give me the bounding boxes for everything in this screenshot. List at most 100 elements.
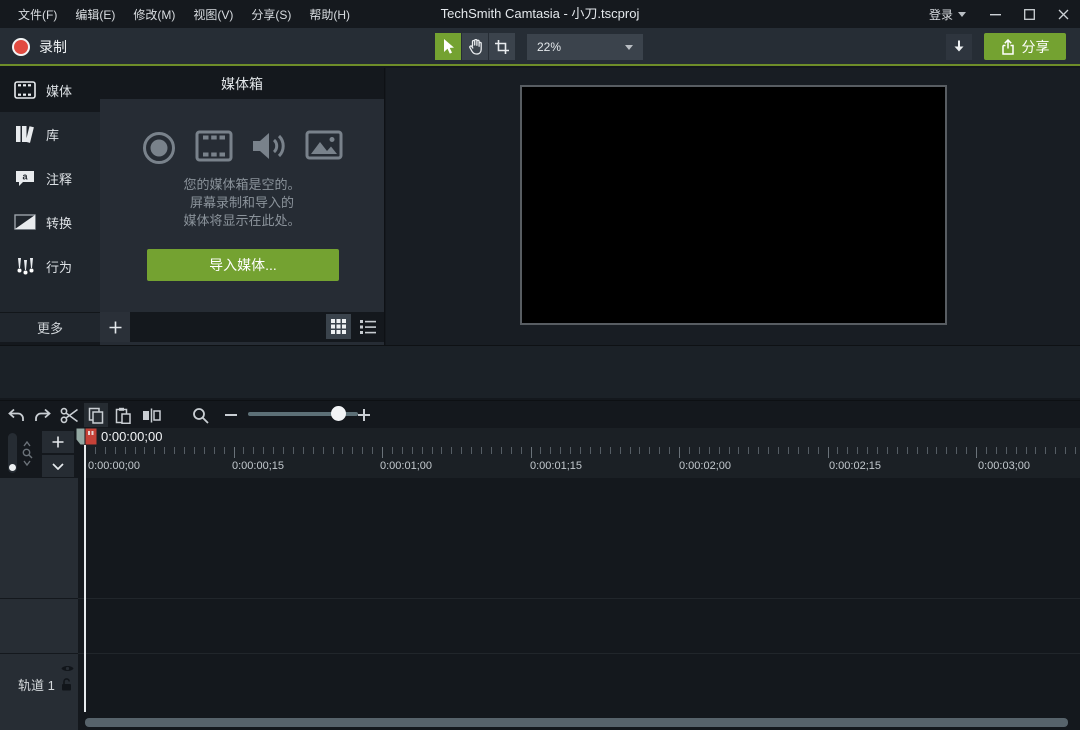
preview-stage[interactable] [520,85,947,325]
ruler-tick [184,447,185,454]
close-icon [1058,9,1069,20]
track-options-button[interactable] [42,455,74,477]
paste-icon [115,407,131,424]
camtasia-window: 文件(F) 编辑(E) 修改(M) 视图(V) 分享(S) 帮助(H) Tech… [0,0,1080,730]
media-bin-footer [100,312,384,342]
menu-file[interactable]: 文件(F) [10,2,65,27]
ruler-label: 0:00:02;15 [829,460,881,472]
menu-share[interactable]: 分享(S) [243,2,299,27]
ruler-tick [263,447,264,454]
track-1-header[interactable]: 轨道 1 [0,653,78,712]
media-bin-header: 媒体箱 [100,68,384,99]
sidebar-item-behaviors[interactable]: 行为 [0,244,100,288]
ruler-tick [1045,447,1046,454]
redo-button[interactable] [31,403,55,427]
playhead-line[interactable] [84,445,86,712]
canvas-zoom-value: 22% [537,40,561,54]
sidebar-item-library[interactable]: 库 [0,112,100,156]
undo-button[interactable] [4,403,28,427]
track-area[interactable]: 轨道 1 [0,478,1080,712]
login-menu[interactable]: 登录 [917,6,978,23]
track-zoom-control[interactable] [20,433,34,473]
paste-button[interactable] [111,403,135,427]
annotation-bubble-icon: a [13,167,37,189]
empty-text-line3: 媒体将显示在此处。 [100,212,384,230]
cut-button[interactable] [57,403,81,427]
horizontal-scrollbar[interactable] [85,718,1068,727]
sidebar-item-annotations[interactable]: a 注释 [0,156,100,200]
ruler-tick [273,447,274,454]
ruler-tick [709,447,710,454]
grid-view-button[interactable] [326,314,351,339]
ruler-tick [630,447,631,454]
track-height-slider[interactable] [8,433,17,473]
menubar: 文件(F) 编辑(E) 修改(M) 视图(V) 分享(S) 帮助(H) Tech… [0,0,1080,28]
plus-icon [358,409,370,421]
ruler-tick [1016,447,1017,454]
import-media-button[interactable]: 导入媒体... [147,249,339,281]
track-height-slider-thumb[interactable] [9,464,16,471]
track-gutter: 轨道 1 [0,478,78,712]
timeline-zoom-slider-thumb[interactable] [331,406,346,421]
ruler-tick [303,447,304,454]
track-1-controls [61,664,74,691]
timeline-zoom-button[interactable] [188,403,212,427]
list-view-button[interactable] [355,314,380,339]
sidebar-label-transitions-text: 注释 [46,169,72,188]
ruler-tick [471,447,472,454]
ruler-tick [659,447,660,454]
menu-help[interactable]: 帮助(H) [301,2,358,27]
pan-tool-button[interactable] [462,33,488,60]
canvas-zoom-select[interactable]: 22% [527,34,643,60]
menu-edit[interactable]: 编辑(E) [67,2,123,27]
share-button[interactable]: 分享 [984,33,1066,60]
sidebar-item-transitions[interactable]: 转换 [0,200,100,244]
select-tool-button[interactable] [435,33,461,60]
eye-icon[interactable] [61,664,74,673]
menu-view[interactable]: 视图(V) [185,2,241,27]
track-1-name: 轨道 1 [18,675,55,694]
scissors-icon [60,407,79,424]
redo-icon [34,408,52,423]
ruler-tick [412,447,413,454]
ruler-tick [738,447,739,454]
add-media-button[interactable] [100,312,130,342]
ruler-tick [600,447,601,454]
ruler-tick [234,447,235,458]
record-icon [12,38,30,56]
ruler-tick [144,447,145,454]
ruler-tick [540,447,541,454]
download-button[interactable] [946,34,972,60]
crop-tool-button[interactable] [489,33,515,60]
view-toggle-group [326,314,380,339]
ruler-tick [441,447,442,454]
ruler-tick [729,447,730,454]
close-button[interactable] [1046,0,1080,28]
chevron-down-icon [23,460,31,466]
lock-open-icon[interactable] [61,678,72,691]
record-button[interactable]: 录制 [8,34,71,60]
menu-modify[interactable]: 修改(M) [125,2,183,27]
ruler-tick [620,447,621,454]
cursor-icon [441,38,456,55]
ruler-tick [531,447,532,458]
ruler-tick [382,447,383,458]
sidebar-more-button[interactable]: 更多 [0,312,100,342]
ruler-tick [946,447,947,454]
add-track-button[interactable] [42,431,74,453]
maximize-button[interactable] [1012,0,1046,28]
playhead-marker[interactable] [76,428,97,445]
ruler-tick [283,447,284,454]
timeline-header-left [0,428,85,478]
zoom-out-button[interactable] [219,403,243,427]
track-row-divider [0,598,1080,599]
split-button[interactable] [139,403,163,427]
behavior-icon [13,255,37,277]
books-icon [13,123,37,145]
ruler-tick [986,447,987,454]
minimize-button[interactable] [978,0,1012,28]
ruler-label: 0:00:01;15 [530,460,582,472]
canvas-tool-group [435,33,515,60]
copy-button[interactable] [84,403,108,427]
sidebar-item-media[interactable]: 媒体 [0,68,100,112]
